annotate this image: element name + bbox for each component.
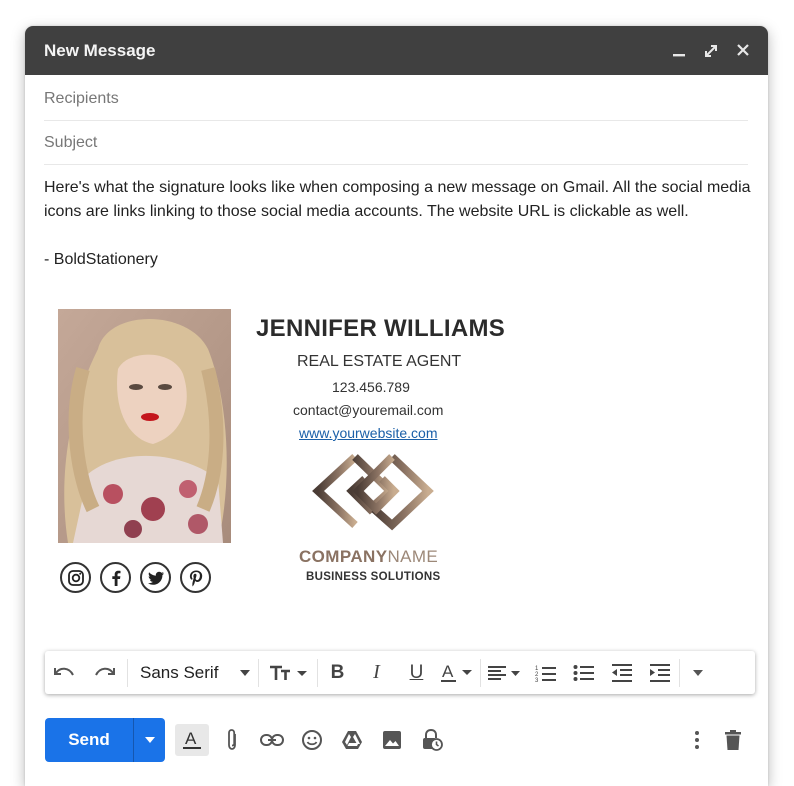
compose-window: New Message Here's what the signature lo… xyxy=(25,26,768,786)
signature-email: contact@youremail.com xyxy=(293,402,444,418)
insert-link-icon[interactable] xyxy=(255,724,289,756)
subject-input[interactable] xyxy=(44,121,748,164)
send-button-group: Send xyxy=(45,718,165,762)
indent-less-icon[interactable] xyxy=(603,651,641,694)
insert-emoji-icon[interactable] xyxy=(295,724,329,756)
signature-name: JENNIFER WILLIAMS xyxy=(256,315,506,342)
italic-icon[interactable]: I xyxy=(356,651,396,694)
company-name-light: NAME xyxy=(387,547,439,566)
underline-icon[interactable]: U xyxy=(396,651,436,694)
align-icon[interactable] xyxy=(481,651,527,694)
company-logo xyxy=(310,449,438,536)
compose-titlebar[interactable]: New Message xyxy=(25,26,768,75)
text-color-icon[interactable]: A xyxy=(436,651,480,694)
signature-website-link[interactable]: www.yourwebsite.com xyxy=(299,425,438,441)
facebook-icon[interactable] xyxy=(100,562,131,593)
bulleted-list-icon[interactable] xyxy=(565,651,603,694)
instagram-icon[interactable] xyxy=(60,562,91,593)
svg-text:3: 3 xyxy=(535,678,539,683)
recipients-field[interactable] xyxy=(44,77,748,121)
svg-text:A: A xyxy=(185,729,197,748)
minimize-icon[interactable] xyxy=(670,40,688,60)
expand-icon[interactable] xyxy=(702,40,720,60)
chevron-down-icon xyxy=(144,737,155,743)
signature-role: REAL ESTATE AGENT xyxy=(297,353,462,370)
send-options-button[interactable] xyxy=(133,718,165,762)
signature-phone: 123.456.789 xyxy=(332,379,410,395)
more-options-icon[interactable] xyxy=(687,724,707,756)
bold-icon[interactable]: B xyxy=(318,651,356,694)
svg-text:A: A xyxy=(442,663,454,681)
formatting-toolbar: Sans Serif B I U A 123 xyxy=(45,651,755,694)
recipients-input[interactable] xyxy=(44,77,748,120)
font-family-value: Sans Serif xyxy=(140,662,219,682)
insert-photo-icon[interactable] xyxy=(375,724,409,756)
twitter-icon[interactable] xyxy=(140,562,171,593)
message-body[interactable]: Here's what the signature looks like whe… xyxy=(44,176,754,272)
confidential-mode-icon[interactable] xyxy=(415,724,449,756)
google-drive-icon[interactable] xyxy=(335,724,369,756)
message-signoff: - BoldStationery xyxy=(44,251,158,268)
close-icon[interactable] xyxy=(734,40,752,60)
company-name: COMPANYNAME xyxy=(299,547,438,567)
profile-photo xyxy=(58,309,231,543)
send-button[interactable]: Send xyxy=(45,730,133,750)
subject-field[interactable] xyxy=(44,121,748,165)
social-links xyxy=(60,562,211,593)
formatting-options-icon[interactable]: A xyxy=(175,724,209,756)
numbered-list-icon[interactable]: 123 xyxy=(527,651,565,694)
message-paragraph: Here's what the signature looks like whe… xyxy=(44,179,751,220)
chevron-down-icon xyxy=(240,669,251,676)
attach-file-icon[interactable] xyxy=(215,724,249,756)
compose-actions: Send A xyxy=(45,718,755,763)
compose-title: New Message xyxy=(44,41,156,60)
undo-icon[interactable] xyxy=(45,651,83,694)
text-size-icon[interactable] xyxy=(259,651,317,694)
pinterest-icon[interactable] xyxy=(180,562,211,593)
discard-draft-icon[interactable] xyxy=(721,724,745,756)
font-family-select[interactable]: Sans Serif xyxy=(128,651,258,694)
more-formatting-icon[interactable] xyxy=(680,651,716,694)
company-name-bold: COMPANY xyxy=(299,547,388,566)
redo-icon[interactable] xyxy=(83,651,127,694)
indent-more-icon[interactable] xyxy=(641,651,679,694)
company-tagline: BUSINESS SOLUTIONS xyxy=(306,571,441,583)
